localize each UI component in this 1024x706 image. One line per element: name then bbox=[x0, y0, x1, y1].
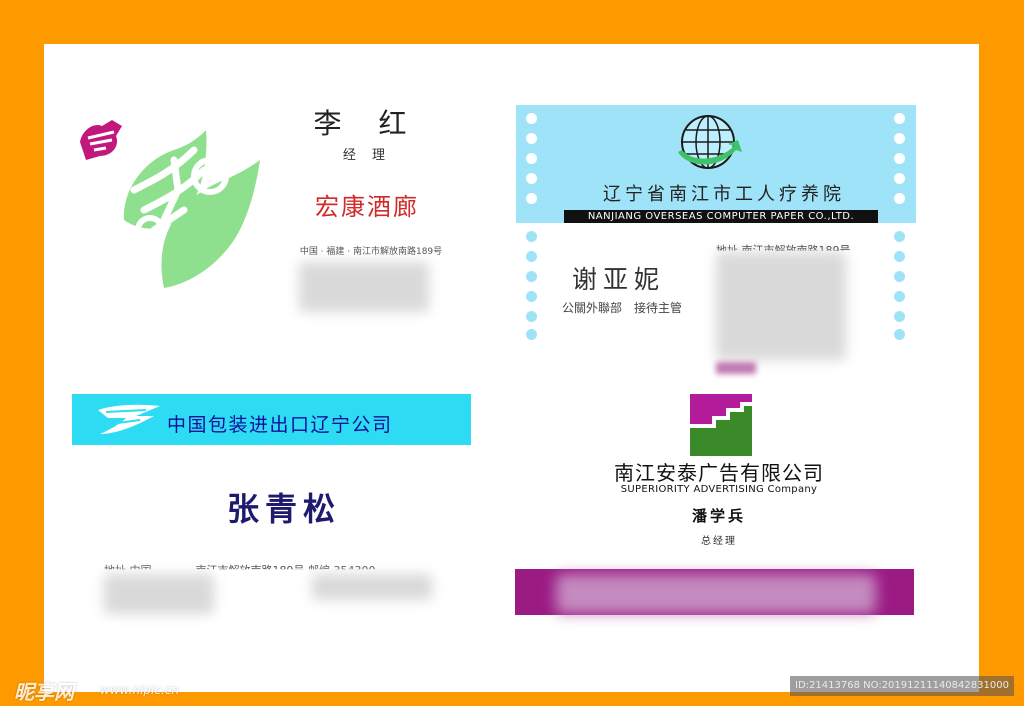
card4-company-name: 南江安泰广告有限公司 bbox=[614, 461, 824, 485]
card4-job-title: 总经理 bbox=[701, 536, 737, 547]
card3-blurred-contact-left bbox=[104, 574, 214, 614]
card2-bottom-strip bbox=[716, 362, 756, 374]
card2-person-name: 谢亚妮 bbox=[572, 265, 666, 294]
globe-icon bbox=[678, 115, 742, 169]
sheet: 李 红 经 理 宏康酒廊 中国 · 福建 · 南江市解放南路189号 辽宁省南江… bbox=[44, 44, 979, 692]
card3-person-name: 张青松 bbox=[226, 490, 341, 528]
card3-company-name: 中国包装进出口辽宁公司 bbox=[167, 414, 393, 436]
card2-sprocket-holes-right bbox=[894, 113, 906, 343]
stairs-logo-icon bbox=[690, 394, 752, 456]
card4-person-name: 潘学兵 bbox=[691, 507, 746, 525]
card2-sprocket-holes-left bbox=[526, 113, 538, 343]
card3-blurred-contact-right bbox=[312, 574, 432, 600]
card2-blurred-contact bbox=[716, 252, 846, 360]
watermark-id: ID:21413768 NO:20191211140842831000 bbox=[790, 676, 1014, 696]
watermark-logo-text: 昵享网 bbox=[14, 680, 74, 704]
watermark-site: www.nipic.cn bbox=[100, 683, 179, 697]
card2-department: 公關外聯部 接待主管 bbox=[562, 301, 683, 315]
card2-company-english: NANJIANG OVERSEAS COMPUTER PAPER CO.,LTD… bbox=[587, 211, 855, 222]
card-2: 辽宁省南江市工人疗养院 NANJIANG OVERSEAS COMPUTER P… bbox=[44, 44, 979, 374]
card4-company-english: SUPERIORITY ADVERTISING Company bbox=[620, 484, 818, 495]
card2-company-name: 辽宁省南江市工人疗养院 bbox=[603, 184, 845, 205]
card4-blurred-contact bbox=[556, 574, 876, 614]
swoosh-logo-icon bbox=[98, 404, 160, 434]
